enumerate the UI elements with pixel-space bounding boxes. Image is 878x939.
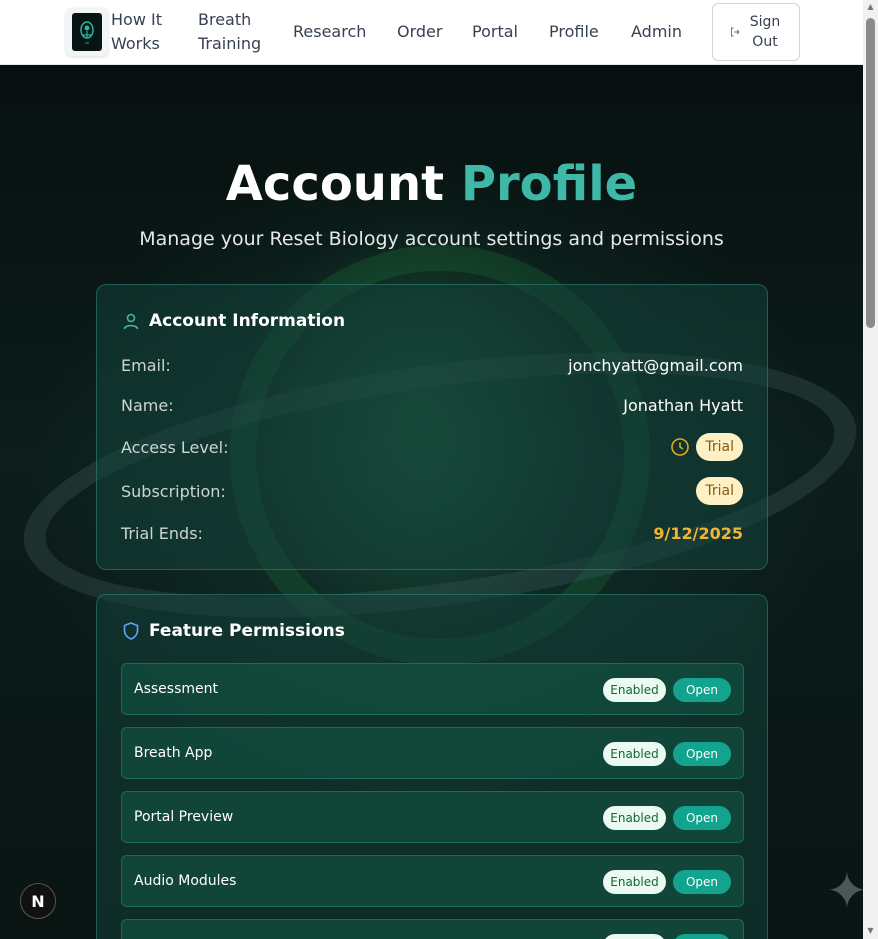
name-value: Jonathan Hyatt	[623, 396, 743, 415]
access-level-badge: Trial	[696, 433, 743, 461]
nav-research[interactable]: Research	[293, 20, 366, 44]
page-title-accent: Profile	[460, 156, 638, 212]
email-value: jonchyatt@gmail.com	[568, 356, 743, 375]
permission-row: Breath App Enabled Open	[121, 727, 744, 779]
sparkle-icon: ✦	[826, 862, 868, 920]
page-subtitle: Manage your Reset Biology account settin…	[139, 228, 724, 250]
page-title-main: Account	[225, 156, 445, 212]
permission-name: Audio Modules	[134, 873, 237, 889]
open-button[interactable]: Open	[673, 806, 731, 830]
feature-permissions-card: Feature Permissions Assessment Enabled O…	[96, 594, 768, 939]
name-label: Name:	[121, 396, 174, 415]
nav-profile[interactable]: Profile	[549, 20, 599, 44]
scrollbar-thumb[interactable]	[866, 18, 875, 328]
sign-out-label: Sign Out	[749, 14, 781, 50]
permission-name: Breath App	[134, 745, 213, 761]
trial-ends-label: Trial Ends:	[121, 524, 203, 543]
enabled-badge: Enabled	[603, 742, 666, 766]
trial-ends-value: 9/12/2025	[653, 524, 743, 543]
subscription-label: Subscription:	[121, 482, 226, 501]
scroll-down-icon[interactable]: ▼	[866, 926, 875, 935]
page-title: Account Profile	[0, 154, 863, 214]
email-label: Email:	[121, 356, 171, 375]
logo[interactable]: RB	[66, 8, 108, 56]
account-info-title: Account Information	[149, 311, 346, 331]
access-level-label: Access Level:	[121, 438, 229, 457]
account-info-heading: Account Information	[121, 311, 345, 331]
nav-order[interactable]: Order	[397, 20, 442, 44]
top-nav: RB How It Works Breath Training Research…	[0, 0, 863, 65]
dev-tools-button[interactable]: N	[20, 883, 56, 919]
nav-breath-training[interactable]: Breath Training	[198, 8, 268, 56]
svg-text:RB: RB	[85, 41, 89, 45]
user-icon	[123, 313, 139, 330]
account-info-card: Account Information Email: jonchyatt@gma…	[96, 284, 768, 570]
permission-row: Audio Modules Enabled Open	[121, 855, 744, 907]
permission-name: Portal Preview	[134, 809, 234, 825]
enabled-badge: Enabled	[603, 806, 666, 830]
open-button[interactable]: Open	[673, 742, 731, 766]
logo-mark-icon: RB	[72, 13, 102, 51]
feature-permissions-title: Feature Permissions	[149, 621, 345, 641]
open-button[interactable]	[673, 934, 731, 939]
shield-icon	[123, 622, 139, 640]
nav-admin[interactable]: Admin	[631, 20, 682, 44]
enabled-badge	[603, 934, 666, 939]
enabled-badge: Enabled	[603, 870, 666, 894]
nav-portal[interactable]: Portal	[472, 20, 518, 44]
subscription-badge: Trial	[696, 477, 743, 505]
permission-name: Assessment	[134, 681, 218, 697]
enabled-badge: Enabled	[603, 678, 666, 702]
permission-row: Assessment Enabled Open	[121, 663, 744, 715]
sign-out-button[interactable]: Sign Out	[712, 3, 800, 61]
open-button[interactable]: Open	[673, 870, 731, 894]
permission-row-partial	[121, 919, 744, 939]
open-button[interactable]: Open	[673, 678, 731, 702]
permission-row: Portal Preview Enabled Open	[121, 791, 744, 843]
feature-permissions-heading: Feature Permissions	[121, 621, 345, 641]
scroll-up-icon[interactable]: ▲	[866, 2, 875, 11]
clock-icon	[671, 438, 689, 456]
nav-how-it-works[interactable]: How It Works	[111, 8, 171, 56]
logout-icon	[731, 27, 740, 37]
